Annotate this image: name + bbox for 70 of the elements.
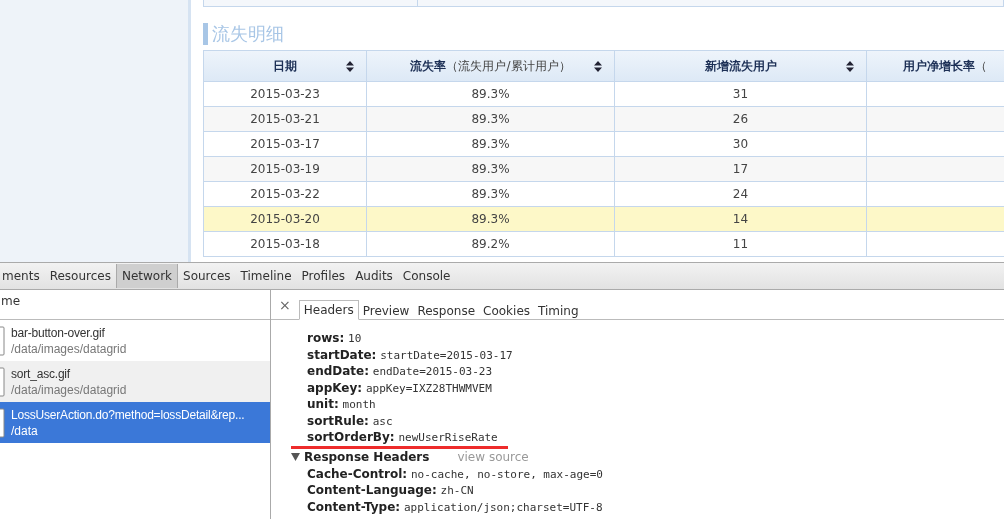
file-icon xyxy=(0,325,6,356)
table-cell: 89.2% xyxy=(367,232,615,256)
table-row[interactable]: 2015-03-20 89.3% 14 xyxy=(203,207,1004,232)
table-row[interactable]: 2015-03-17 89.3% 30 xyxy=(203,132,1004,157)
table-cell: 89.3% xyxy=(367,182,615,206)
table-cell: 89.3% xyxy=(367,82,615,106)
table-cell: 2015-03-19 xyxy=(204,157,367,181)
table-cell: 31 xyxy=(615,82,867,106)
table-cell: 2015-03-23 xyxy=(204,82,367,106)
request-name: bar-button-over.gif xyxy=(11,325,106,340)
table-row[interactable]: 2015-03-22 89.3% 24 xyxy=(203,182,1004,207)
detail-tab[interactable]: Cookies xyxy=(479,302,535,320)
header-line: endDate: endDate=2015-03-23 xyxy=(307,363,494,380)
column-header[interactable]: 日期 xyxy=(204,51,367,81)
column-header[interactable]: 新增流失用户 xyxy=(615,51,867,81)
panel-tab[interactable]: Console xyxy=(397,264,456,288)
detail-tab[interactable]: Preview xyxy=(358,302,414,320)
header-line: startDate: startDate=2015-03-17 xyxy=(307,346,514,363)
header-line: Content-Language: zh-CN xyxy=(307,482,475,499)
table-cell: 26 xyxy=(615,107,867,131)
table-cell: 14 xyxy=(615,207,867,231)
request-name: sort_asc.gif xyxy=(11,366,71,381)
file-icon xyxy=(0,366,6,397)
table-cell: 17 xyxy=(615,157,867,181)
table-row[interactable]: 2015-03-18 89.2% 11 xyxy=(203,232,1004,257)
table-cell: 89.3% xyxy=(367,132,615,156)
request-path: /data/images/datagrid xyxy=(11,341,127,356)
panel-tab[interactable]: Timeline xyxy=(235,264,297,288)
section-title: 流失明细 xyxy=(203,23,1004,45)
disclosure-triangle-icon[interactable] xyxy=(291,453,300,461)
table-cell: 2015-03-17 xyxy=(204,132,367,156)
file-icon xyxy=(0,407,6,438)
detail-tab[interactable]: Response xyxy=(413,302,480,320)
panel-tab[interactable]: ments xyxy=(0,264,45,288)
header-line: sortRule: asc xyxy=(307,412,394,429)
request-path: /data/images/datagrid xyxy=(11,382,127,397)
request-name: LossUserAction.do?method=lossDetail&rep... xyxy=(11,407,245,422)
header-line: sortOrderBy: newUserRiseRate xyxy=(307,429,1004,446)
table-row[interactable]: 2015-03-21 89.3% 26 xyxy=(203,107,1004,132)
table-cell: 2015-03-22 xyxy=(204,182,367,206)
header-line: Cache-Control: no-cache, no-store, max-age=0 xyxy=(307,465,604,482)
panel-tab[interactable]: Audits xyxy=(350,264,398,288)
table-cell: 24 xyxy=(615,182,867,206)
panel-tab[interactable]: Resources xyxy=(44,264,116,288)
header-line: unit: month xyxy=(307,396,377,413)
table-row[interactable]: 2015-03-19 89.3% 17 xyxy=(203,157,1004,182)
section-heading: Response Headers xyxy=(304,450,430,464)
table-cell: 89.3% xyxy=(367,157,615,181)
panel-tab[interactable]: Network xyxy=(115,264,179,288)
request-item[interactable]: LossUserAction.do?method=lossDetail&rep... /data xyxy=(0,402,270,443)
header-line: Content-Type: application/json;charset=UTF-8 xyxy=(307,498,604,515)
table-cell: 89.3% xyxy=(367,107,615,131)
table-cell: 2015-03-21 xyxy=(204,107,367,131)
close-button[interactable]: × xyxy=(279,296,291,313)
table-row[interactable]: 2015-03-23 89.3% 31 xyxy=(203,82,1004,107)
table-cell: 2015-03-18 xyxy=(204,232,367,256)
table-cell: 30 xyxy=(615,132,867,156)
header-line: rows: 10 xyxy=(307,330,363,347)
column-header[interactable]: 用户净增长率（ xyxy=(867,51,1004,81)
header-line: appKey: appKey=IXZ28THWMVEM xyxy=(307,379,493,396)
request-path: /data xyxy=(11,423,39,438)
table-cell: 11 xyxy=(615,232,867,256)
column-header[interactable]: 流失率（流失用户/累计用户） xyxy=(367,51,615,81)
request-item[interactable]: sort_asc.gif /data/images/datagrid xyxy=(0,361,270,402)
detail-tab[interactable]: Headers xyxy=(298,300,359,320)
table-cell: 89.3% xyxy=(367,207,615,231)
panel-tab[interactable]: Sources xyxy=(178,264,236,288)
table-cell: 2015-03-20 xyxy=(204,207,367,231)
panel-tab[interactable]: Profiles xyxy=(296,264,351,288)
detail-tab[interactable]: Timing xyxy=(534,302,583,320)
